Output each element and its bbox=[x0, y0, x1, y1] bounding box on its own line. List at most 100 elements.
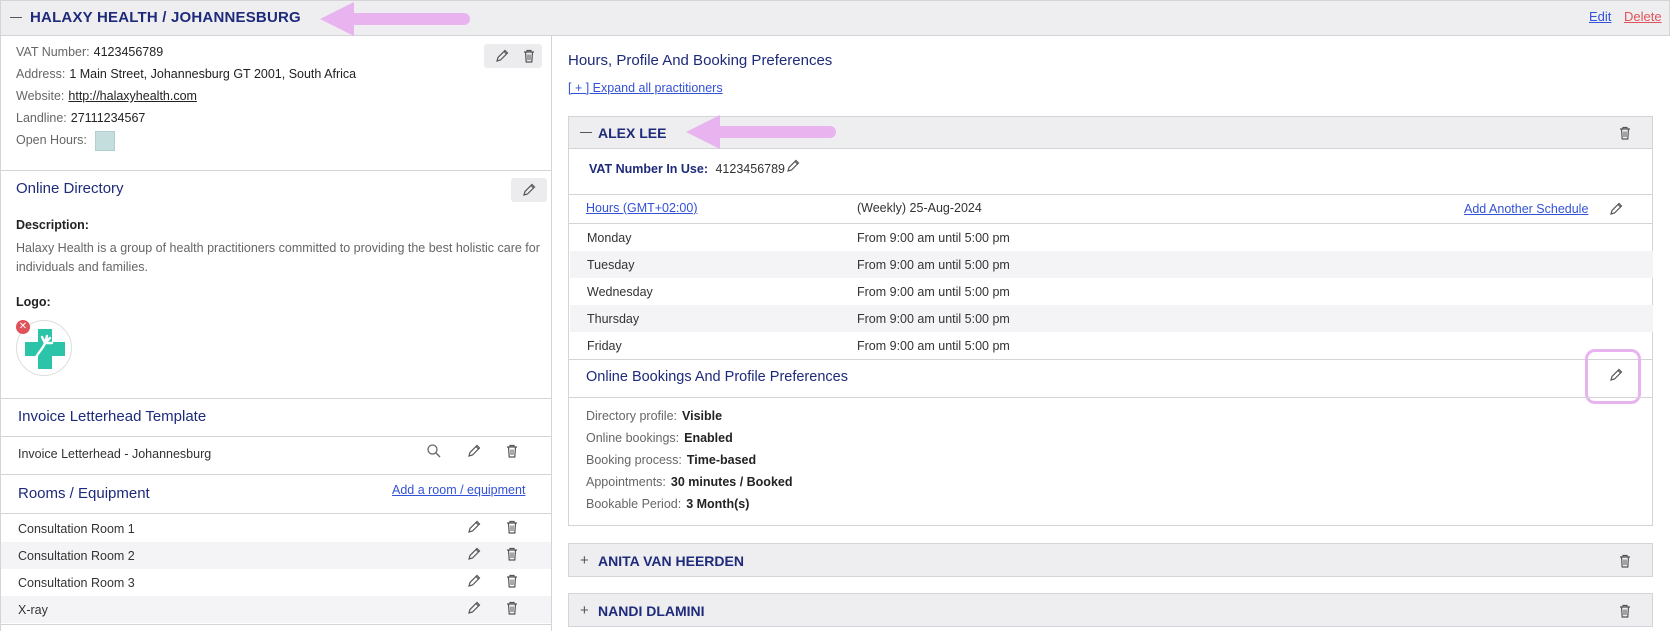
delete-organisation-link[interactable]: Delete bbox=[1624, 9, 1662, 24]
divider bbox=[0, 513, 552, 514]
divider bbox=[0, 624, 552, 625]
day-label: Wednesday bbox=[587, 285, 653, 299]
edit-directory-icon[interactable] bbox=[521, 182, 537, 198]
hours-row: Wednesday From 9:00 am until 5:00 pm bbox=[570, 278, 1653, 305]
hours-row: Thursday From 9:00 am until 5:00 pm bbox=[570, 305, 1653, 332]
room-name: X-ray bbox=[18, 603, 48, 617]
hours-row: Monday From 9:00 am until 5:00 pm bbox=[570, 224, 1653, 251]
edit-room-icon[interactable] bbox=[466, 600, 482, 616]
pref-label: Booking process: bbox=[586, 453, 682, 467]
expand-practitioner-icon[interactable]: + bbox=[580, 553, 589, 568]
practitioner-row-collapsed[interactable]: + NANDI DLAMINI bbox=[568, 593, 1653, 627]
pref-row: Online bookings: Enabled bbox=[586, 431, 733, 445]
delete-room-icon[interactable] bbox=[504, 546, 520, 562]
vat-number-value: 4123456789 bbox=[93, 45, 164, 59]
delete-letterhead-icon[interactable] bbox=[504, 443, 520, 459]
pref-value: 3 Month(s) bbox=[686, 497, 750, 511]
landline-label: Landline: bbox=[16, 111, 67, 125]
divider bbox=[0, 474, 552, 475]
edit-details-icon[interactable] bbox=[494, 48, 510, 64]
edit-room-icon[interactable] bbox=[466, 519, 482, 535]
edit-room-icon[interactable] bbox=[466, 573, 482, 589]
description-label: Description: bbox=[16, 218, 89, 232]
divider bbox=[0, 436, 552, 437]
practitioner-name: NANDI DLAMINI bbox=[598, 603, 705, 619]
divider bbox=[569, 397, 1652, 398]
logo-label: Logo: bbox=[16, 295, 51, 309]
address-label: Address: bbox=[16, 67, 66, 81]
landline-value: 27111234567 bbox=[70, 111, 146, 125]
add-schedule-link[interactable]: Add Another Schedule bbox=[1464, 202, 1588, 216]
organisation-title: HALAXY HEALTH / JOHANNESBURG bbox=[30, 9, 301, 26]
landline-row: Landline: 27111234567 bbox=[16, 111, 145, 125]
website-link[interactable]: http://halaxyhealth.com bbox=[68, 89, 197, 103]
annotation-highlight-edit bbox=[1585, 349, 1641, 404]
edit-letterhead-icon[interactable] bbox=[466, 443, 482, 459]
time-label: From 9:00 am until 5:00 pm bbox=[857, 339, 1010, 353]
pref-value: Enabled bbox=[684, 431, 733, 445]
time-label: From 9:00 am until 5:00 pm bbox=[857, 258, 1010, 272]
delete-details-icon[interactable] bbox=[521, 48, 537, 64]
edit-schedule-icon[interactable] bbox=[1608, 201, 1624, 217]
open-hours-swatch[interactable] bbox=[95, 131, 115, 151]
pref-row: Directory profile: Visible bbox=[586, 409, 722, 423]
vat-in-use-label: VAT Number In Use: bbox=[589, 162, 708, 176]
delete-room-icon[interactable] bbox=[504, 519, 520, 535]
day-label: Thursday bbox=[587, 312, 640, 326]
letterhead-item: Invoice Letterhead - Johannesburg bbox=[18, 447, 212, 461]
practitioner-name: ALEX LEE bbox=[598, 125, 667, 141]
pref-value: 30 minutes / Booked bbox=[670, 475, 793, 489]
divider bbox=[569, 359, 1652, 360]
time-label: From 9:00 am until 5:00 pm bbox=[857, 285, 1010, 299]
address-value: 1 Main Street, Johannesburg GT 2001, Sou… bbox=[69, 67, 357, 81]
hours-preferences-title: Hours, Profile And Booking Preferences bbox=[568, 52, 833, 69]
vat-number-row: VAT Number: 4123456789 bbox=[16, 45, 163, 59]
pref-row: Booking process: Time-based bbox=[586, 453, 756, 467]
delete-room-icon[interactable] bbox=[504, 600, 520, 616]
divider bbox=[0, 398, 552, 399]
practitioner-name: ANITA VAN HEERDEN bbox=[598, 553, 744, 569]
pref-label: Bookable Period: bbox=[586, 497, 682, 511]
edit-organisation-link[interactable]: Edit bbox=[1589, 9, 1611, 24]
delete-practitioner-icon[interactable] bbox=[1617, 603, 1633, 619]
practitioner-panel: ALEX LEE VAT Number In Use: 4123456789 H… bbox=[568, 116, 1653, 526]
divider bbox=[569, 194, 1652, 195]
practitioner-row-collapsed[interactable]: + ANITA VAN HEERDEN bbox=[568, 543, 1653, 577]
collapse-practitioner-icon[interactable] bbox=[580, 132, 592, 133]
collapse-organisation-icon[interactable] bbox=[10, 17, 22, 18]
room-name: Consultation Room 1 bbox=[18, 522, 135, 536]
edit-vat-icon[interactable] bbox=[785, 158, 801, 174]
pref-value: Time-based bbox=[686, 453, 757, 467]
expand-all-practitioners-link[interactable]: [ + ] Expand all practitioners bbox=[568, 81, 723, 95]
pref-value: Visible bbox=[682, 409, 723, 423]
day-label: Monday bbox=[587, 231, 632, 245]
delete-practitioner-icon[interactable] bbox=[1617, 553, 1633, 569]
divider bbox=[0, 170, 552, 171]
pref-row: Appointments: 30 minutes / Booked bbox=[586, 475, 792, 489]
schedule-label: (Weekly) 25-Aug-2024 bbox=[857, 201, 982, 215]
open-hours-label: Open Hours: bbox=[16, 133, 87, 147]
booking-preferences-title: Online Bookings And Profile Preferences bbox=[586, 369, 848, 385]
description-text: Halaxy Health is a group of health pract… bbox=[16, 241, 540, 274]
preview-letterhead-icon[interactable] bbox=[426, 443, 442, 459]
address-row: Address: 1 Main Street, Johannesburg GT 2… bbox=[16, 67, 356, 81]
open-hours-row: Open Hours: bbox=[16, 133, 87, 147]
rooms-title: Rooms / Equipment bbox=[18, 485, 150, 502]
vat-in-use-row: VAT Number In Use: 4123456789 bbox=[589, 162, 785, 176]
hours-row: Friday From 9:00 am until 5:00 pm bbox=[570, 332, 1653, 359]
delete-practitioner-icon[interactable] bbox=[1617, 125, 1633, 141]
remove-logo-icon[interactable]: ✕ bbox=[16, 320, 30, 334]
day-label: Tuesday bbox=[587, 258, 635, 272]
vat-number-label: VAT Number: bbox=[16, 45, 90, 59]
website-row: Website: http://halaxyhealth.com bbox=[16, 89, 197, 103]
expand-practitioner-icon[interactable]: + bbox=[580, 603, 589, 618]
time-label: From 9:00 am until 5:00 pm bbox=[857, 312, 1010, 326]
room-name: Consultation Room 3 bbox=[18, 576, 135, 590]
add-room-link[interactable]: Add a room / equipment bbox=[392, 483, 525, 497]
edit-room-icon[interactable] bbox=[466, 546, 482, 562]
vat-in-use-value: 4123456789 bbox=[715, 162, 786, 176]
hours-timezone-link[interactable]: Hours (GMT+02:00) bbox=[586, 201, 698, 215]
pref-label: Directory profile: bbox=[586, 409, 677, 423]
delete-room-icon[interactable] bbox=[504, 573, 520, 589]
annotation-arrow-practitioner bbox=[686, 115, 836, 149]
